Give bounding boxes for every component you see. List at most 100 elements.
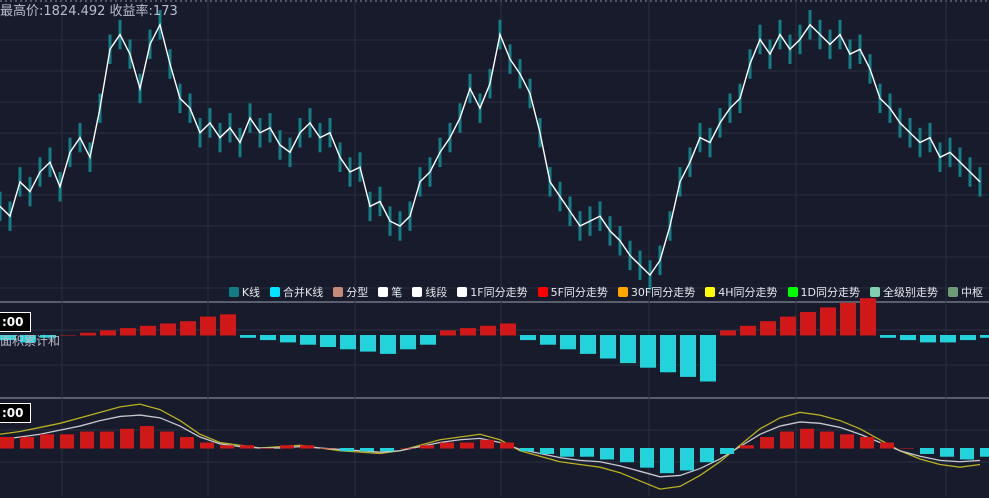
- kdj-bar: [980, 448, 989, 457]
- macd-bar: [500, 323, 516, 336]
- macd-bar: [560, 335, 576, 350]
- macd-bar: [680, 335, 696, 377]
- macd-bar: [900, 335, 916, 341]
- kdj-bar: [320, 448, 334, 449]
- legend: K线 合并K线 分型 笔 线段 1F同分走势 5F同分走势 30F同分走势 4H同分走势 1D同分…: [228, 284, 983, 300]
- kdj-bar: [580, 448, 594, 457]
- kdj-bar: [440, 442, 454, 449]
- kdj-bar: [0, 437, 14, 449]
- macd-bar: [700, 335, 716, 382]
- macd-bar: [400, 335, 416, 350]
- macd-bar: [220, 314, 236, 336]
- macd-bar: [920, 335, 936, 343]
- legend-item[interactable]: 5F同分走势: [537, 284, 608, 300]
- legend-label: K线: [241, 286, 261, 299]
- kdj-bar: [260, 448, 274, 449]
- kdj-bar: [100, 431, 114, 449]
- legend-item[interactable]: 分型: [333, 284, 368, 300]
- macd-bar: [440, 330, 456, 336]
- legend-item[interactable]: K线: [228, 284, 261, 300]
- kdj-bar: [300, 445, 314, 449]
- price-line: [0, 22, 981, 277]
- legend-item[interactable]: 1D同分走势: [787, 284, 860, 300]
- macd-bar: [480, 325, 496, 336]
- macd-bar: [420, 335, 436, 345]
- kdj-bar: [520, 448, 534, 452]
- macd-bar: [580, 335, 596, 354]
- kdj-bar: [940, 448, 954, 457]
- kdj-bar: [640, 448, 654, 468]
- kdj-bar: [540, 448, 554, 454]
- kdj-bar: [480, 439, 494, 449]
- legend-swatch: [705, 287, 716, 297]
- macd-bar: [860, 298, 876, 336]
- legend-label: 1D同分走势: [800, 286, 860, 299]
- macd-bar: [320, 335, 336, 347]
- macd-bar: [260, 335, 276, 341]
- legend-label: 中枢: [961, 286, 983, 299]
- kdj-bar: [880, 442, 894, 449]
- legend-label: 线段: [425, 286, 448, 299]
- price-info-text: 最高价:1824.492 收益率:173: [0, 4, 178, 19]
- macd-bar: [200, 316, 216, 336]
- macd-bar: [300, 335, 316, 345]
- macd-bar: [280, 335, 296, 343]
- legend-label: 4H同分走势: [718, 286, 778, 299]
- macd-bar: [760, 321, 776, 336]
- legend-label: 30F同分走势: [630, 286, 696, 299]
- kdj-bar: [680, 448, 694, 471]
- legend-swatch: [412, 287, 423, 297]
- legend-item[interactable]: 线段: [412, 284, 447, 300]
- kdj-bar: [740, 445, 754, 449]
- kdj-bar: [360, 448, 374, 452]
- macd-bar: [880, 335, 896, 338]
- kdj-bar: [900, 448, 914, 449]
- legend-item[interactable]: 全级别走势: [870, 284, 938, 300]
- macd-bar: [820, 307, 836, 336]
- legend-swatch: [228, 287, 239, 297]
- kdj-bar: [240, 445, 254, 449]
- kdj-bar: [800, 428, 814, 449]
- macd-bar: [960, 335, 976, 341]
- macd-bar: [940, 335, 956, 343]
- kdj-bar: [40, 434, 54, 449]
- kdj-bar: [700, 448, 714, 463]
- kdj-bar: [820, 431, 834, 449]
- legend-label: 合并K线: [283, 286, 324, 299]
- kdj-bar: [120, 428, 134, 449]
- macd-bar: [520, 335, 536, 341]
- kdj-bar: [420, 445, 434, 449]
- macd-bar: [360, 335, 376, 352]
- legend-swatch: [787, 287, 798, 297]
- legend-swatch: [378, 287, 389, 297]
- kdj-bar: [200, 442, 214, 449]
- macd-label: 面积累计和: [0, 334, 61, 348]
- macd-bar: [720, 330, 736, 336]
- kdj-bar: [960, 448, 974, 460]
- macd-bar: [980, 335, 989, 338]
- kdj-bar: [780, 431, 794, 449]
- kdj-bar: [380, 448, 394, 452]
- legend-item[interactable]: 合并K线: [270, 284, 323, 300]
- kdj-bar: [660, 448, 674, 474]
- legend-label: 笔: [391, 286, 403, 299]
- kdj-bar: [720, 448, 734, 454]
- kdj-bar: [280, 445, 294, 449]
- legend-item[interactable]: 笔: [378, 284, 402, 300]
- kdj-bar: [80, 431, 94, 449]
- kdj-bar: [180, 437, 194, 449]
- macd-bar: [240, 335, 256, 338]
- legend-label: 1F同分走势: [470, 286, 528, 299]
- kdj-time-tag: :00: [0, 403, 31, 423]
- legend-item[interactable]: 中枢: [948, 284, 983, 300]
- kdj-bar: [860, 437, 874, 449]
- legend-item[interactable]: 4H同分走势: [705, 284, 778, 300]
- kdj-bar: [600, 448, 614, 460]
- legend-item[interactable]: 1F同分走势: [457, 284, 528, 300]
- macd-bar: [640, 335, 656, 368]
- macd-bar: [840, 302, 856, 336]
- legend-item[interactable]: 30F同分走势: [617, 284, 696, 300]
- kdj-bar: [60, 434, 74, 449]
- macd-bar: [600, 335, 616, 359]
- macd-bar: [160, 323, 176, 336]
